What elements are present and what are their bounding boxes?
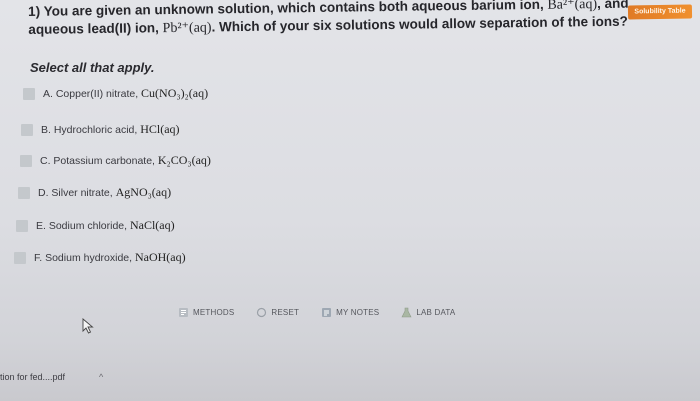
option-b-formula: HCl(aq) [140, 122, 180, 136]
option-f[interactable]: F. Sodium hydroxide, NaOH(aq) [14, 250, 186, 265]
tool-toolbar: METHODS RESET MY NOTES LAB DATA [178, 307, 477, 318]
notes-icon [321, 307, 332, 318]
option-e-label: E. Sodium chloride, [36, 220, 130, 232]
option-c-label: C. Potassium carbonate, [40, 155, 158, 167]
option-c[interactable]: C. Potassium carbonate, K₂CO₃(aq) [20, 153, 211, 168]
instruction-text: Select all that apply. [30, 60, 155, 75]
question-number: 1) [28, 3, 41, 19]
methods-icon [178, 307, 189, 318]
option-f-label: F. Sodium hydroxide, [34, 252, 135, 264]
option-d-label: D. Silver nitrate, [38, 187, 116, 199]
my-notes-button[interactable]: MY NOTES [321, 307, 379, 318]
option-b-checkbox[interactable] [21, 123, 33, 136]
option-b-label: B. Hydrochloric acid, [41, 124, 141, 136]
methods-label: METHODS [193, 308, 235, 317]
screen: Solubility Table 1) You are given an unk… [0, 0, 700, 401]
reset-icon [256, 307, 267, 318]
option-a[interactable]: A. Copper(II) nitrate, Cu(NO₃)₂(aq) [23, 86, 208, 101]
option-d-checkbox[interactable] [18, 186, 30, 199]
question-text: 1) You are given an unknown solution, wh… [28, 0, 668, 39]
option-b-text: B. Hydrochloric acid, HCl(aq) [41, 122, 180, 137]
option-c-text: C. Potassium carbonate, K₂CO₃(aq) [40, 153, 211, 168]
download-bar: tion for fed....pdf ^ [0, 372, 103, 382]
option-f-formula: NaOH(aq) [134, 250, 186, 264]
option-c-checkbox[interactable] [20, 154, 32, 167]
lab-data-label: LAB DATA [416, 308, 456, 317]
chevron-up-icon[interactable]: ^ [99, 372, 103, 382]
option-e-formula: NaCl(aq) [129, 218, 175, 232]
option-b[interactable]: B. Hydrochloric acid, HCl(aq) [21, 122, 180, 137]
option-e-checkbox[interactable] [16, 219, 28, 232]
option-e[interactable]: E. Sodium chloride, NaCl(aq) [16, 218, 175, 233]
methods-button[interactable]: METHODS [178, 307, 234, 318]
option-a-text: A. Copper(II) nitrate, Cu(NO₃)₂(aq) [43, 86, 208, 101]
option-e-text: E. Sodium chloride, NaCl(aq) [36, 218, 175, 233]
option-c-formula: K₂CO₃(aq) [157, 153, 211, 167]
option-a-label: A. Copper(II) nitrate, [43, 88, 142, 100]
option-f-checkbox[interactable] [14, 251, 26, 264]
option-d-text: D. Silver nitrate, AgNO₃(aq) [38, 185, 171, 200]
barium-ion-formula: Ba²⁺(aq) [547, 0, 598, 13]
option-f-text: F. Sodium hydroxide, NaOH(aq) [34, 250, 186, 265]
option-a-formula: Cu(NO₃)₂(aq) [141, 86, 209, 100]
lead-ion-formula: Pb²⁺(aq) [162, 20, 212, 37]
option-a-checkbox[interactable] [23, 87, 35, 100]
mouse-cursor-icon [82, 318, 94, 339]
lab-data-button[interactable]: LAB DATA [401, 307, 455, 318]
reset-button[interactable]: RESET [256, 307, 299, 318]
flask-icon [401, 307, 412, 318]
option-d-formula: AgNO₃(aq) [115, 185, 172, 199]
reset-label: RESET [271, 308, 300, 317]
option-d[interactable]: D. Silver nitrate, AgNO₃(aq) [18, 185, 171, 200]
question-text-part3: . Which of your six solutions would allo… [211, 13, 628, 35]
my-notes-label: MY NOTES [336, 308, 380, 317]
download-filename[interactable]: tion for fed....pdf [0, 372, 65, 382]
